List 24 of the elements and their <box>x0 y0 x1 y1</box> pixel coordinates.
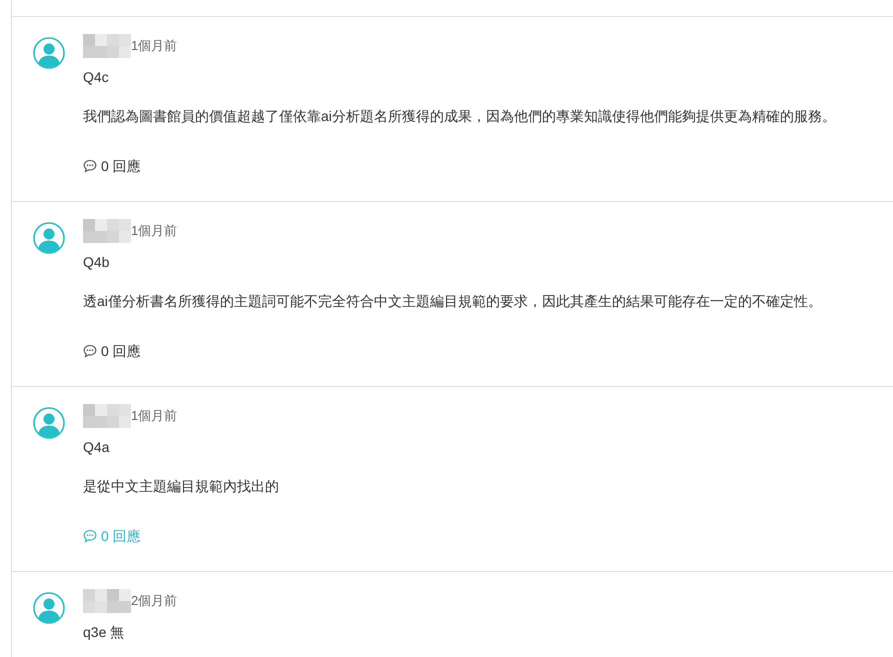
pixelated-name-drawing <box>83 219 131 243</box>
comment-text: 我們認為圖書館員的價值超越了僅依靠ai分析題名所獲得的成果，因為他們的專業知識使得他們能夠提供更為精確的服務。 <box>83 107 836 126</box>
pixelated-name-drawing <box>83 34 131 58</box>
comment-title: q3e 無 <box>83 623 126 642</box>
comment-text: 透ai僅分析書名所獲得的主題詞可能不完全符合中文主題編目規範的要求，因此其產生的結果可能存在一定的不確定性。 <box>83 292 822 311</box>
comment-title: Q4a <box>83 438 110 457</box>
comment-title: Q4b <box>83 253 110 272</box>
comment-text: 是從中文主題編目規範內找出的 <box>83 477 279 496</box>
comment-time: 2個月前 <box>131 592 178 610</box>
pixelated-name-drawing <box>83 589 131 613</box>
replies-link[interactable]: 0 回應 <box>83 156 141 176</box>
speech-bubble-icon <box>83 344 97 358</box>
avatar-icon <box>33 407 65 439</box>
speech-bubble-icon <box>83 529 97 543</box>
avatar-icon <box>33 222 65 254</box>
comment-time: 1個月前 <box>131 222 178 240</box>
comment-title: Q4c <box>83 68 110 87</box>
replies-link[interactable]: 0 回應 <box>83 341 141 361</box>
comment-time: 1個月前 <box>131 37 178 55</box>
comment-time: 1個月前 <box>131 407 178 425</box>
speech-bubble-icon <box>83 159 97 173</box>
avatar-icon <box>33 37 65 69</box>
pixelated-name-drawing <box>83 404 131 428</box>
avatar-icon <box>33 592 65 624</box>
